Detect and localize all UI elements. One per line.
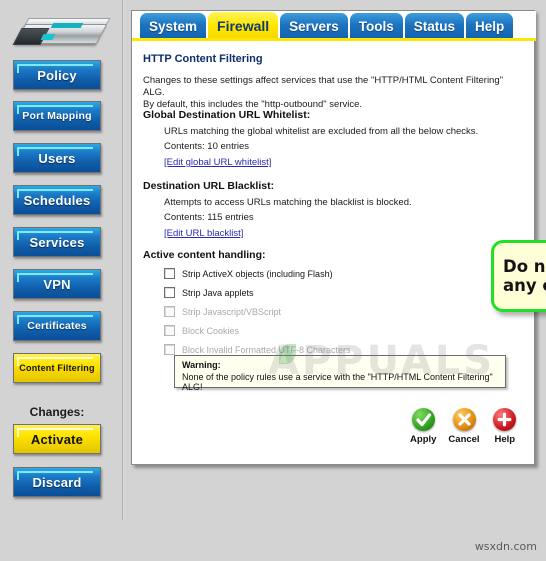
tab-label: Tools — [358, 18, 394, 34]
apply-label: Apply — [410, 434, 437, 445]
annotation-callout: Do not blockany content — [491, 240, 546, 312]
tab-label: Servers — [289, 18, 339, 34]
whitelist-heading: Global Destination URL Whitelist: — [143, 109, 311, 121]
tab-servers[interactable]: Servers — [280, 13, 348, 39]
sidebar-item-policy[interactable]: Policy — [13, 60, 101, 90]
tab-help[interactable]: Help — [465, 13, 514, 39]
blacklist-contents: Contents: 115 entries — [164, 212, 254, 223]
intro-line-1: Changes to these settings affect service… — [143, 75, 503, 98]
page-title: HTTP Content Filtering — [143, 53, 263, 65]
annotation-line-1: Do not block — [503, 257, 546, 276]
sidebar-item-label: VPN — [43, 276, 71, 292]
checkbox-label: Strip ActiveX objects (including Flash) — [182, 268, 333, 279]
sidebar-item-content-filtering[interactable]: Content Filtering — [13, 353, 101, 383]
checkbox-label: Block Cookies — [182, 325, 240, 336]
checkbox-row-strip-java-applets[interactable]: Strip Java applets — [164, 286, 254, 299]
checkbox-label: Strip Javascript/VBScript — [182, 306, 282, 317]
checkbox-label: Strip Java applets — [182, 287, 254, 298]
active-content-heading: Active content handling: — [143, 249, 266, 261]
checkbox-label: Block Invalid Formatted UTF-8 Characters — [182, 344, 351, 355]
checkbox-row-strip-activex[interactable]: Strip ActiveX objects (including Flash) — [164, 267, 333, 280]
annotation-text: Do not blockany content — [503, 257, 546, 295]
checkbox-row-strip-javascript: Strip Javascript/VBScript — [164, 305, 281, 318]
sidebar-item-services[interactable]: Services — [13, 227, 101, 257]
plus-circle-icon — [493, 408, 517, 431]
discard-label: Discard — [32, 474, 82, 490]
sidebar-item-label: Content Filtering — [19, 363, 95, 373]
activate-button[interactable]: Activate — [13, 424, 101, 454]
warning-body: None of the policy rules use a service w… — [182, 372, 493, 392]
tab-tools[interactable]: Tools — [349, 13, 403, 39]
intro-text: Changes to these settings affect service… — [143, 75, 523, 111]
sidebar-item-label: Schedules — [23, 192, 91, 208]
tab-label: Help — [474, 18, 505, 34]
checkbox-icon[interactable] — [164, 268, 175, 279]
cancel-button[interactable]: Cancel — [448, 408, 480, 454]
tab-bar: System Firewall Servers Tools Status Hel… — [132, 11, 536, 39]
help-button[interactable]: Help — [491, 408, 520, 454]
sidebar-item-port-mapping[interactable]: Port Mapping — [13, 101, 101, 131]
tab-firewall[interactable]: Firewall — [208, 12, 279, 39]
sidebar-item-label: Services — [29, 234, 85, 250]
whitelist-description: URLs matching the global whitelist are e… — [164, 126, 479, 137]
sidebar: Policy Port Mapping Users Schedules Serv… — [0, 0, 124, 520]
tab-label: System — [149, 18, 198, 34]
checkbox-icon[interactable] — [164, 287, 175, 298]
apply-button[interactable]: Apply — [409, 408, 438, 454]
help-label: Help — [494, 434, 516, 445]
checkbox-icon — [164, 325, 175, 336]
content-area: HTTP Content Filtering Changes to these … — [132, 41, 534, 464]
source-watermark: wsxdn.com — [474, 540, 537, 553]
device-accent-stripe — [50, 23, 84, 28]
warning-box: Warning: None of the policy rules use a … — [174, 355, 506, 392]
blacklist-description: Attempts to access URLs matching the bla… — [164, 197, 412, 208]
action-bar: Apply Cancel Help — [409, 408, 519, 454]
activate-label: Activate — [30, 431, 84, 447]
tab-status[interactable]: Status — [404, 13, 464, 39]
checkbox-row-block-cookies: Block Cookies — [164, 324, 239, 337]
device-logo — [12, 12, 111, 54]
warning-title: Warning: — [182, 360, 221, 370]
sidebar-item-label: Users — [38, 150, 76, 166]
tab-label: Status — [413, 18, 455, 34]
annotation-line-2: any content — [503, 276, 546, 295]
changes-label: Changes: — [29, 405, 85, 419]
tab-system[interactable]: System — [140, 13, 207, 39]
edit-url-blacklist-link[interactable]: [Edit URL blacklist] — [164, 228, 243, 239]
sidebar-item-label: Certificates — [27, 320, 87, 332]
sidebar-item-schedules[interactable]: Schedules — [13, 185, 101, 215]
discard-button[interactable]: Discard — [13, 467, 101, 497]
cancel-label: Cancel — [448, 434, 480, 445]
sidebar-item-label: Port Mapping — [22, 110, 92, 122]
blacklist-heading: Destination URL Blacklist: — [143, 180, 275, 192]
main-panel: System Firewall Servers Tools Status Hel… — [131, 10, 546, 465]
x-circle-icon — [452, 408, 476, 431]
checkbox-icon — [164, 344, 175, 355]
edit-global-url-whitelist-link[interactable]: [Edit global URL whitelist] — [164, 157, 271, 168]
check-circle-icon — [411, 408, 435, 431]
checkbox-icon — [164, 306, 175, 317]
sidebar-item-users[interactable]: Users — [13, 143, 101, 173]
sidebar-item-label: Policy — [37, 67, 77, 83]
tab-label: Firewall — [217, 17, 270, 34]
sidebar-item-vpn[interactable]: VPN — [13, 269, 101, 299]
sidebar-item-certificates[interactable]: Certificates — [13, 311, 101, 341]
whitelist-contents: Contents: 10 entries — [164, 141, 250, 152]
